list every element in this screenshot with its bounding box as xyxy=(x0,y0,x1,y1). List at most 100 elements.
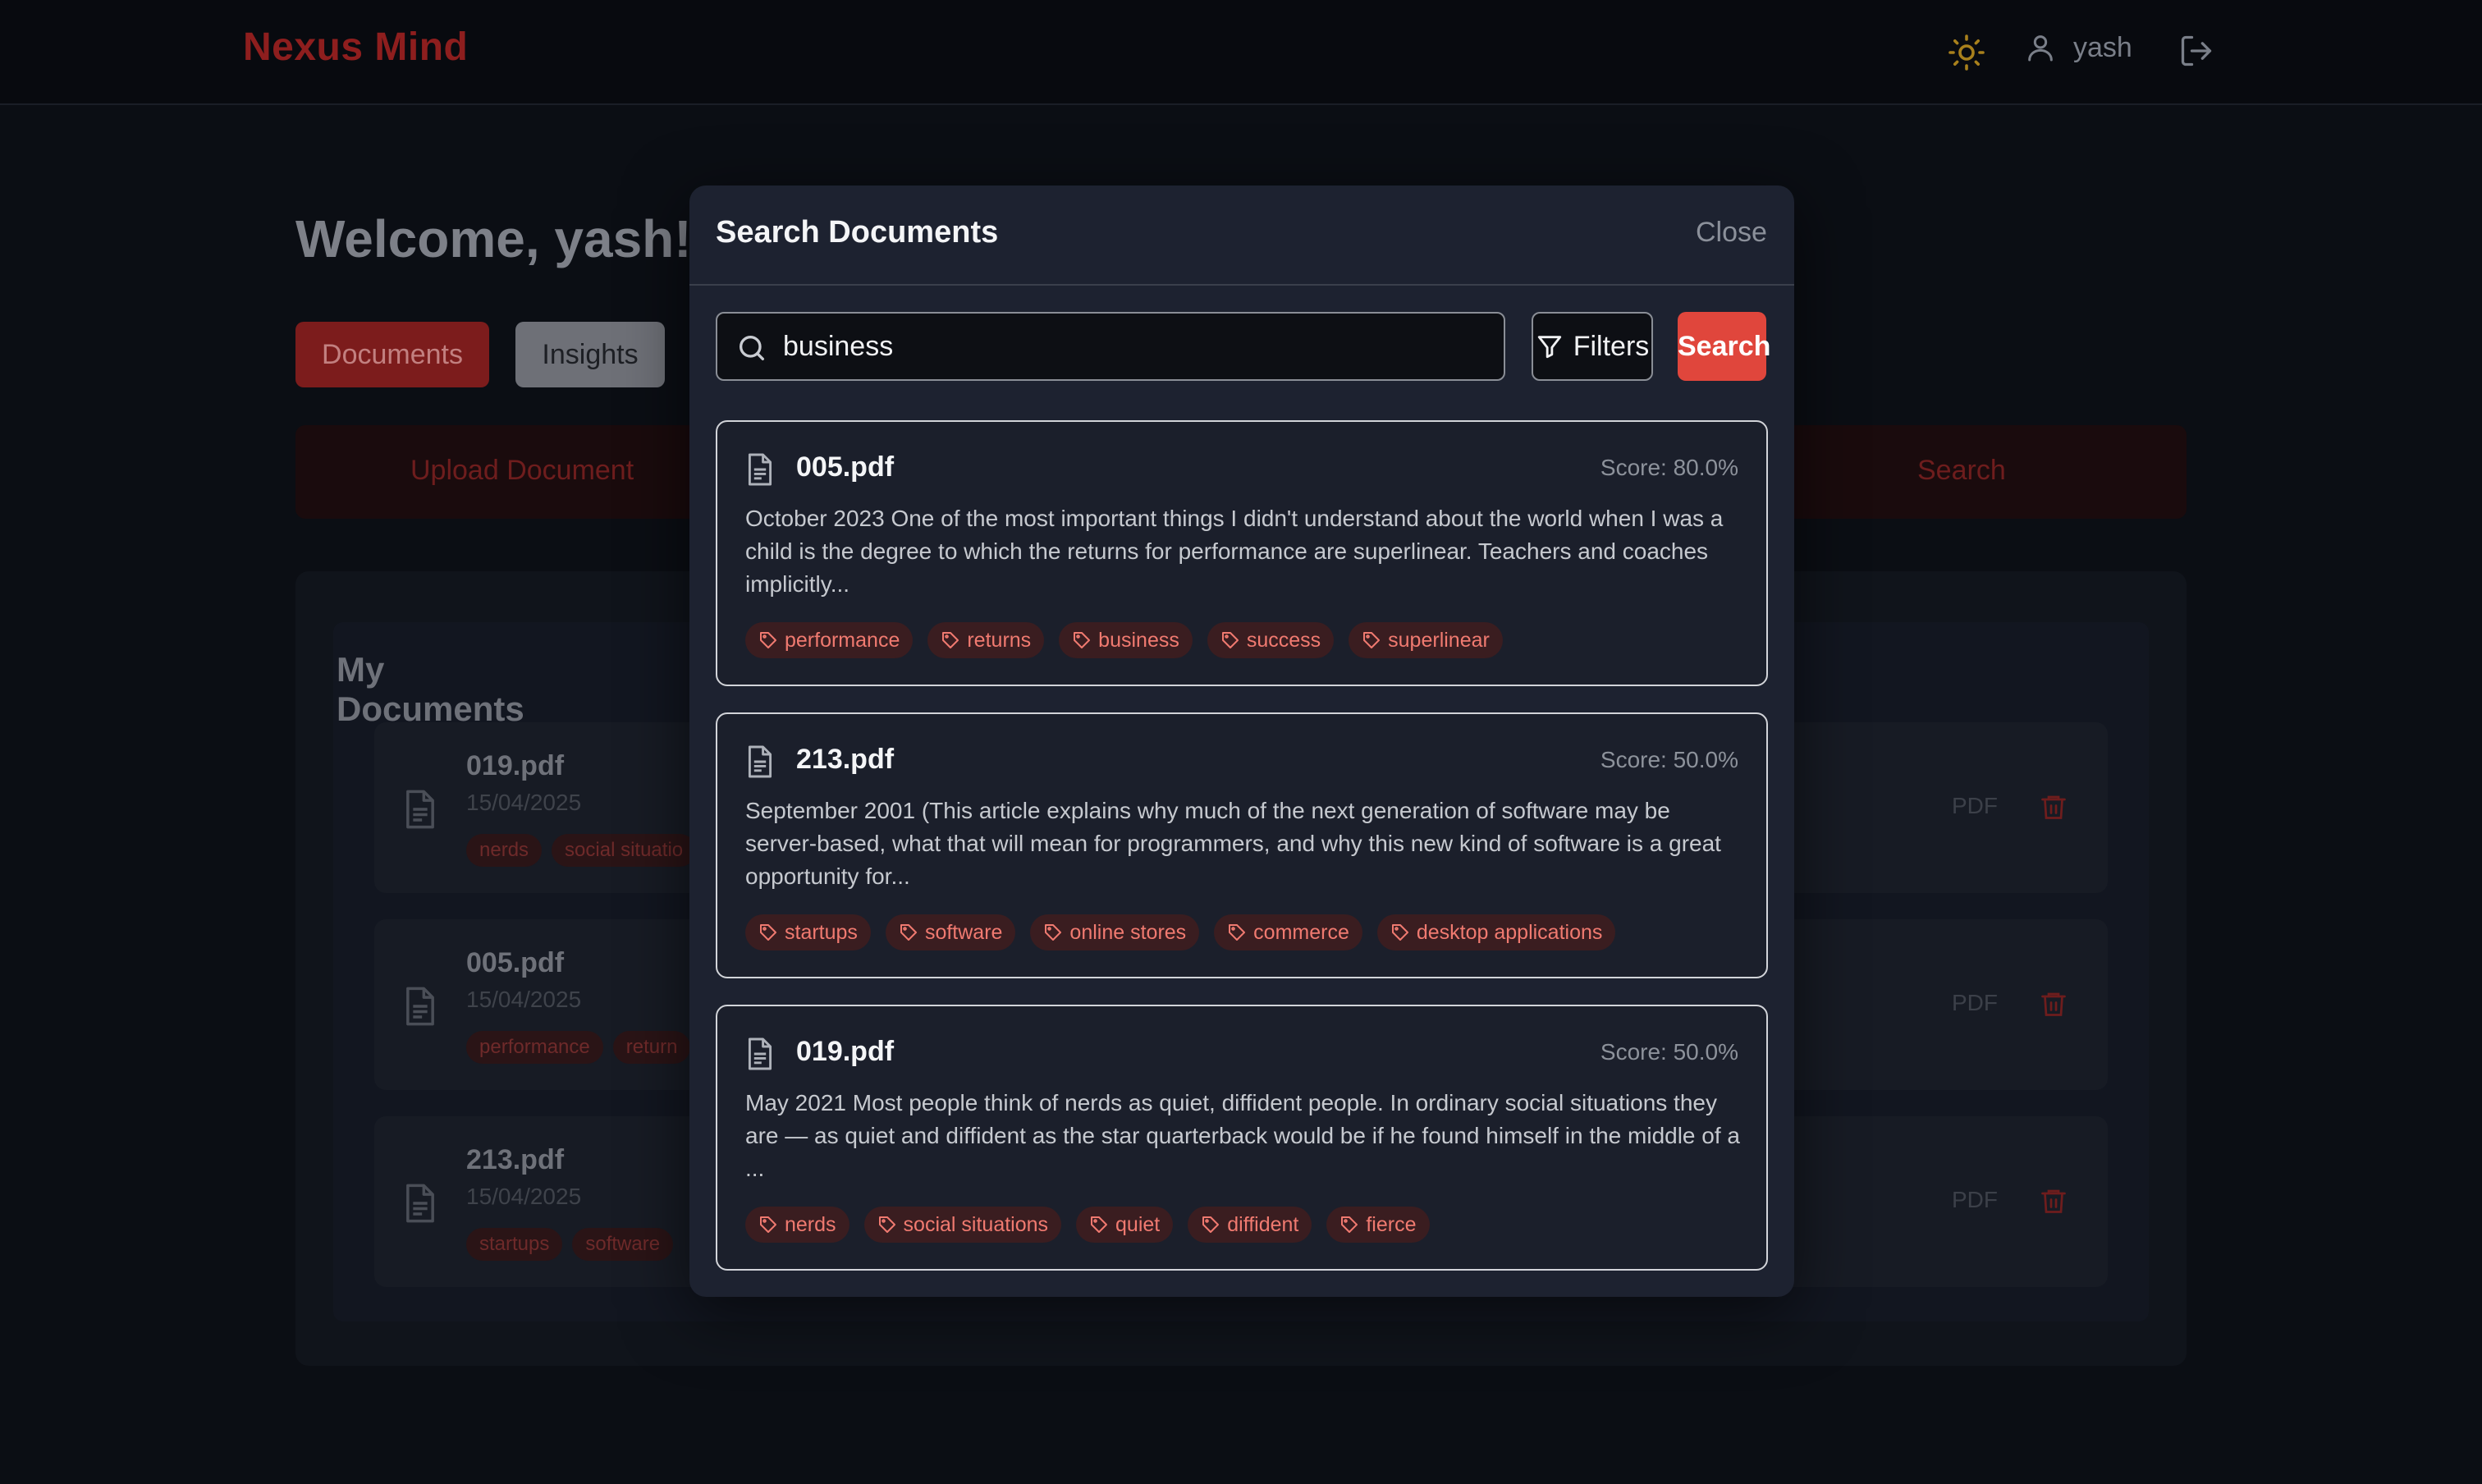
result-tag: diffident xyxy=(1188,1207,1312,1243)
result-excerpt: September 2001 (This article explains wh… xyxy=(745,798,1721,889)
tag-icon xyxy=(1390,923,1410,942)
document-icon xyxy=(402,1182,438,1225)
result-tag: nerds xyxy=(745,1207,849,1243)
tag-icon xyxy=(1227,923,1247,942)
my-documents-title: My Documents xyxy=(337,650,524,728)
document-tags: performance return xyxy=(466,1031,691,1064)
document-tags: startups software xyxy=(466,1228,674,1261)
document-date: 15/04/2025 xyxy=(466,1184,582,1209)
document-type-badge: PDF xyxy=(1952,1187,1998,1212)
result-tag-label: diffident xyxy=(1227,1212,1299,1236)
result-file-name: 019.pdf xyxy=(796,1036,895,1067)
search-input[interactable] xyxy=(783,315,1489,378)
result-tag-label: quiet xyxy=(1115,1212,1161,1236)
tag-icon xyxy=(877,1215,897,1234)
document-icon xyxy=(745,451,775,488)
tag-icon xyxy=(1043,923,1063,942)
tag-icon xyxy=(1201,1215,1220,1234)
document-tag: software xyxy=(572,1228,674,1261)
search-icon xyxy=(735,332,768,364)
document-name: 019.pdf xyxy=(466,750,565,781)
upload-document-button[interactable]: Upload Document xyxy=(410,455,634,487)
top-nav-bar: Nexus Mind yash xyxy=(0,0,2482,105)
modal-title: Search Documents xyxy=(716,215,999,250)
result-tag: software xyxy=(885,914,1016,950)
result-tag: commerce xyxy=(1214,914,1362,950)
tag-icon xyxy=(758,630,778,650)
document-tag: social situatio xyxy=(552,834,697,867)
trash-icon[interactable] xyxy=(2039,1185,2068,1216)
filter-icon xyxy=(1536,332,1564,360)
document-type-badge: PDF xyxy=(1952,793,1998,818)
tab-documents[interactable]: Documents xyxy=(295,322,489,387)
document-icon xyxy=(402,788,438,831)
search-result-card[interactable]: 005.pdf Score: 80.0% October 2023 One of… xyxy=(716,420,1768,686)
tag-icon xyxy=(899,923,918,942)
result-tags: performance returns business success sup… xyxy=(745,622,1503,658)
result-tag: success xyxy=(1207,622,1335,658)
result-tag-label: startups xyxy=(785,920,858,944)
search-result-card[interactable]: 213.pdf Score: 50.0% September 2001 (Thi… xyxy=(716,712,1768,978)
logout-icon[interactable] xyxy=(2178,33,2214,69)
tag-icon xyxy=(1220,630,1240,650)
document-tag: nerds xyxy=(466,834,543,867)
result-tag-label: fierce xyxy=(1366,1212,1417,1236)
result-tag: startups xyxy=(745,914,871,950)
trash-icon[interactable] xyxy=(2039,791,2068,822)
search-result-card[interactable]: 019.pdf Score: 50.0% May 2021 Most peopl… xyxy=(716,1005,1768,1271)
username-label: yash xyxy=(2073,31,2132,63)
result-tag-label: success xyxy=(1246,628,1321,652)
result-excerpt: October 2023 One of the most important t… xyxy=(745,506,1724,597)
document-date: 15/04/2025 xyxy=(466,987,582,1012)
result-tag: quiet xyxy=(1076,1207,1174,1243)
trash-icon[interactable] xyxy=(2039,988,2068,1019)
document-icon xyxy=(745,1036,775,1072)
result-tag-label: desktop applications xyxy=(1416,920,1603,944)
welcome-heading: Welcome, yash! xyxy=(295,209,692,268)
search-documents-modal: Search Documents Close Filters Search 00… xyxy=(689,186,1794,1297)
result-file-name: 213.pdf xyxy=(796,744,895,775)
close-button[interactable]: Close xyxy=(1696,217,1767,249)
result-tag-label: performance xyxy=(785,628,900,652)
tag-icon xyxy=(941,630,960,650)
result-tag: returns xyxy=(927,622,1045,658)
result-tag: desktop applications xyxy=(1376,914,1616,950)
document-name: 005.pdf xyxy=(466,947,565,978)
result-tag: performance xyxy=(745,622,914,658)
result-tag-label: business xyxy=(1098,628,1179,652)
search-button[interactable]: Search xyxy=(1678,312,1770,381)
result-tag-label: software xyxy=(924,920,1003,944)
tag-icon xyxy=(1089,1215,1109,1234)
sun-icon[interactable] xyxy=(1947,33,1986,72)
result-excerpt: May 2021 Most people think of nerds as q… xyxy=(745,1090,1740,1181)
document-icon xyxy=(402,985,438,1028)
result-tag: fierce xyxy=(1326,1207,1430,1243)
user-icon xyxy=(2024,31,2057,64)
brand-logo[interactable]: Nexus Mind xyxy=(243,25,468,70)
tag-icon xyxy=(1339,1215,1359,1234)
result-tag-label: social situations xyxy=(903,1212,1049,1236)
result-score: Score: 50.0% xyxy=(1600,747,1738,772)
result-tag-label: superlinear xyxy=(1388,628,1490,652)
tag-icon xyxy=(758,1215,778,1234)
document-name: 213.pdf xyxy=(466,1144,565,1175)
document-tag: startups xyxy=(466,1228,563,1261)
search-documents-button[interactable]: Search xyxy=(1917,455,2006,487)
tab-insights[interactable]: Insights xyxy=(515,322,665,387)
result-file-name: 005.pdf xyxy=(796,451,895,483)
user-menu[interactable]: yash xyxy=(2024,31,2132,64)
tag-icon xyxy=(1362,630,1381,650)
document-type-badge: PDF xyxy=(1952,990,1998,1015)
result-tags: startups software online stores commerce… xyxy=(745,914,1616,950)
result-tag: business xyxy=(1059,622,1193,658)
result-tag-label: returns xyxy=(967,628,1032,652)
filters-button[interactable]: Filters xyxy=(1532,312,1653,381)
result-tag-label: nerds xyxy=(785,1212,836,1236)
search-field[interactable] xyxy=(716,312,1505,381)
tag-icon xyxy=(1072,630,1092,650)
result-tags: nerds social situations quiet diffident … xyxy=(745,1207,1430,1243)
result-score: Score: 80.0% xyxy=(1600,455,1738,480)
modal-divider xyxy=(689,284,1794,286)
document-date: 15/04/2025 xyxy=(466,790,582,815)
document-icon xyxy=(745,744,775,780)
